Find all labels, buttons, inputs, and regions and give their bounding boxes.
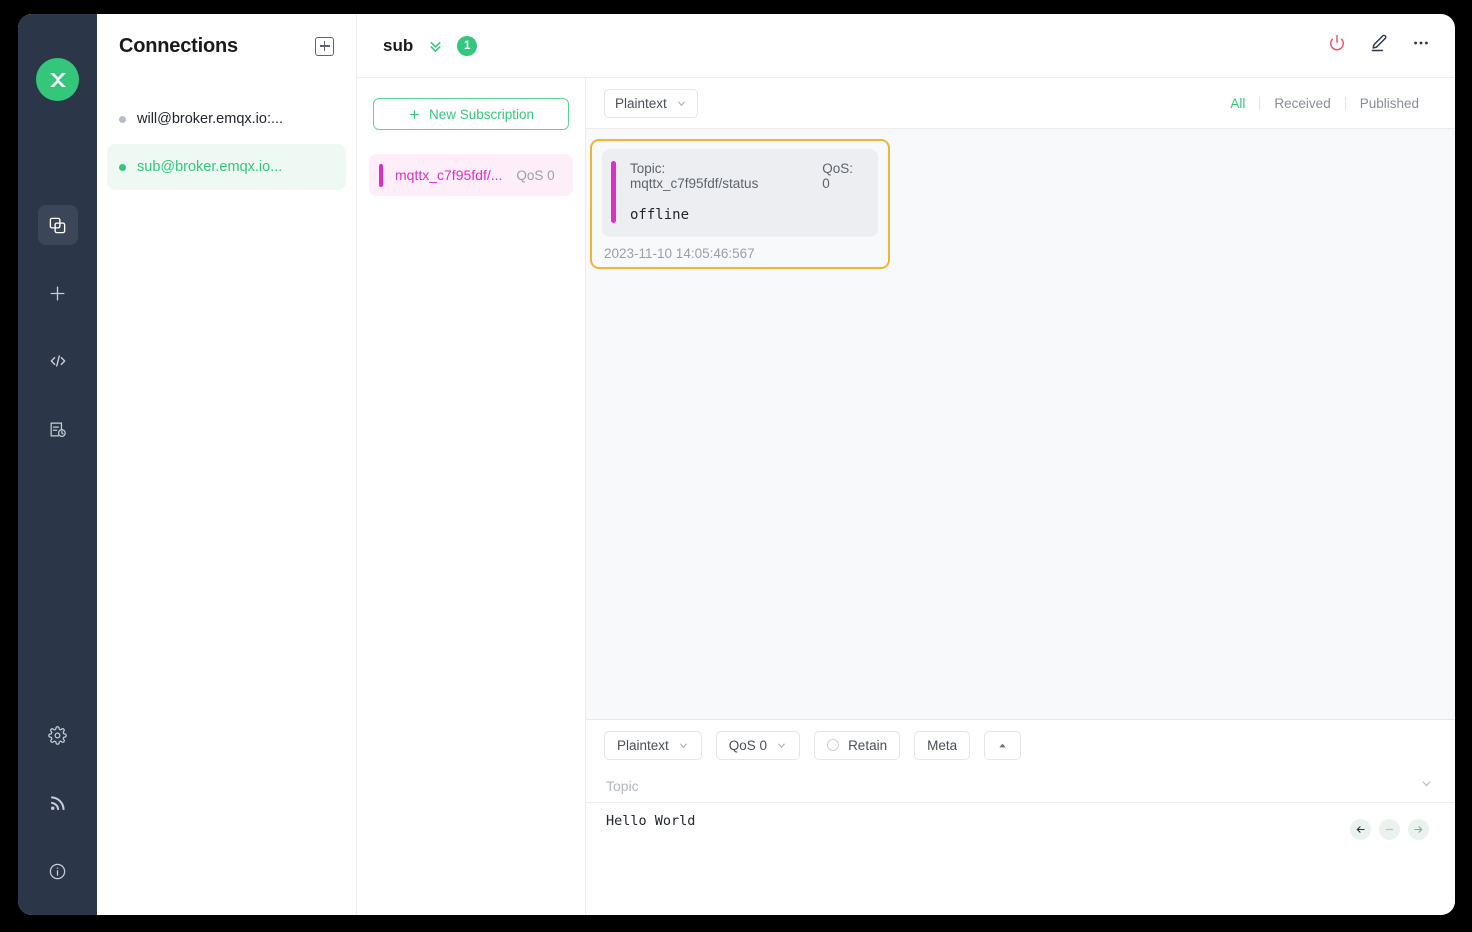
connections-panel: Connections will@broker.emqx.io:... sub@… [97,14,357,915]
edit-icon[interactable] [1369,33,1389,58]
topic-input[interactable]: Topic [606,778,1420,794]
filter-published[interactable]: Published [1346,96,1433,111]
new-subscription-label: New Subscription [428,106,535,122]
status-dot-offline [119,115,126,123]
sidebar-item-connections[interactable] [37,205,78,245]
chevron-up-icon [999,743,1006,747]
main-area: sub 1 New Subscription mqttx_c7f95fdf/..… [357,14,1455,915]
connection-toolbar: sub 1 [357,14,1455,78]
message-format-select[interactable]: Plaintext [604,88,698,118]
minus-icon[interactable] [1379,819,1400,840]
publish-format-select[interactable]: Plaintext [604,730,702,760]
new-subscription-button[interactable]: New Subscription [373,98,569,130]
message-format-label: Plaintext [615,95,667,111]
chevron-down-icon [778,743,785,748]
collapse-button[interactable] [984,730,1022,760]
page-title: Connections [119,34,238,57]
connection-item-will[interactable]: will@broker.emqx.io:... [107,96,346,142]
app-window: Connections will@broker.emqx.io:... sub@… [18,14,1455,915]
retain-toggle[interactable]: Retain [814,730,901,760]
radio-icon [827,739,840,751]
left-nav-rail [18,14,97,915]
connection-list: will@broker.emqx.io:... sub@broker.emqx.… [97,78,356,192]
publish-panel: Plaintext QoS 0 Retain Meta Topic Hello … [586,719,1455,915]
message-filter-tabs: All Received Published [1216,96,1433,111]
message-payload: offline [630,207,690,223]
chevron-down-icon [677,101,685,106]
publish-qos-label: QoS 0 [728,737,768,753]
subscription-topic: mqttx_c7f95fdf/... [395,167,503,183]
editor-nav-controls [1350,819,1429,840]
publish-toolbar: Plaintext QoS 0 Retain Meta [586,720,1455,770]
message-highlight-box: Topic: mqttx_c7f95fdf/status QoS: 0 offl… [590,139,890,269]
more-icon[interactable] [1411,33,1431,58]
sidebar-item-settings[interactable] [38,715,78,755]
filter-received[interactable]: Received [1260,96,1344,111]
message-timestamp: 2023-11-10 14:05:46:567 [604,246,755,261]
plus-icon [410,109,419,119]
chevron-down-icon [679,743,687,748]
publish-qos-select[interactable]: QoS 0 [715,730,801,760]
add-connection-button[interactable] [315,36,334,56]
subscriptions-panel: New Subscription mqttx_c7f95fdf/... QoS … [357,78,586,915]
sidebar-item-broadcast[interactable] [38,783,78,823]
connection-name: sub [383,35,414,55]
sidebar-item-scripts[interactable] [38,341,78,381]
forward-arrow-icon[interactable] [1408,819,1429,840]
messages-panel: Plaintext All Received Published Topic: … [586,78,1455,915]
connections-header: Connections [97,14,356,78]
sidebar-item-log[interactable] [38,409,78,449]
power-icon[interactable] [1327,33,1347,58]
sidebar-item-about[interactable] [38,851,78,891]
message-list[interactable]: Topic: mqttx_c7f95fdf/status QoS: 0 offl… [586,128,1455,719]
message-bubble[interactable]: Topic: mqttx_c7f95fdf/status QoS: 0 offl… [602,149,878,237]
subscription-color-bar [379,163,383,187]
subscription-item[interactable]: mqttx_c7f95fdf/... QoS 0 [369,154,573,196]
messages-toolbar: Plaintext All Received Published [586,78,1455,128]
message-qos: QoS: 0 [822,161,854,191]
message-accent-bar [611,161,616,223]
plus-icon [315,36,334,56]
connection-label: sub@broker.emqx.io... [137,159,283,175]
mqttx-logo [36,58,79,101]
publish-editor[interactable]: Hello World [586,803,1455,915]
filter-all[interactable]: All [1216,96,1259,111]
connection-label: will@broker.emqx.io:... [137,111,284,127]
status-dot-online [119,163,126,171]
publish-format-label: Plaintext [617,737,669,753]
connection-count-badge: 1 [457,35,478,56]
connection-item-sub[interactable]: sub@broker.emqx.io... [107,144,346,190]
back-arrow-icon[interactable] [1350,819,1371,840]
meta-label: Meta [927,737,958,753]
chevron-down-icon[interactable] [1420,777,1433,795]
retain-label: Retain [848,737,888,753]
meta-button[interactable]: Meta [914,730,971,760]
publish-payload[interactable]: Hello World [606,813,1435,829]
message-topic: Topic: mqttx_c7f95fdf/status [630,161,759,191]
subscription-qos: QoS 0 [516,167,555,183]
expand-chevrons-icon[interactable] [427,37,444,54]
publish-topic-row[interactable]: Topic [586,770,1455,803]
sidebar-item-new-connection[interactable] [38,273,78,313]
